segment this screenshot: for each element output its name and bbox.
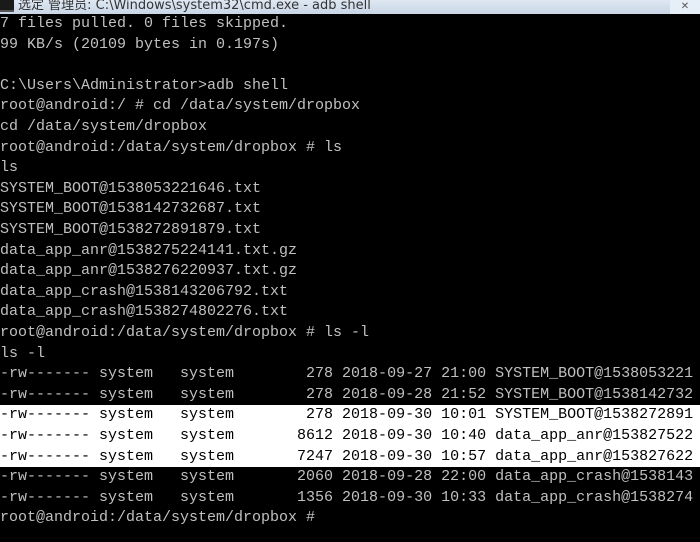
terminal-line: C:\Users\Administrator>adb shell [0, 76, 289, 94]
terminal-line: ls [0, 159, 19, 177]
terminal-line: -rw------- system system 1356 2018-09-30… [0, 488, 694, 506]
terminal-line: root@android:/data/system/dropbox # ls [0, 138, 343, 156]
terminal-line: root@android:/ # cd /data/system/dropbox [0, 97, 361, 115]
terminal-line: root@android:/data/system/dropbox # ls -… [0, 324, 370, 341]
terminal-output[interactable]: 7 files pulled. 0 files skipped. 99 KB/s … [0, 14, 700, 530]
close-button[interactable]: ✕ [670, 0, 700, 14]
cmd-app-icon [0, 0, 14, 12]
window-title: 选定 管理员: C:\Windows\system32\cmd.exe - ad… [18, 0, 371, 13]
terminal-line: cd /data/system/dropbox [0, 118, 208, 135]
terminal-line: -rw------- system system 8612 2018-09-30… [0, 426, 700, 447]
terminal-line: SYSTEM_BOOT@1538053221646.txt [0, 179, 262, 197]
terminal-line: -rw------- system system 7247 2018-09-30… [0, 446, 700, 468]
terminal-line: SYSTEM_BOOT@1538142732687.txt [0, 200, 262, 218]
terminal-line: 7 files pulled. 0 files skipped. [0, 15, 289, 32]
terminal-line: data_app_crash@1538143206792.txt [0, 282, 289, 300]
terminal-line: SYSTEM_BOOT@1538272891879.txt [0, 221, 262, 238]
terminal-line: data_app_anr@1538275224141.txt.gz [0, 241, 298, 259]
terminal-line: -rw------- system system 278 2018-09-27 … [0, 365, 694, 383]
terminal-line: data_app_crash@1538274802276.txt [0, 303, 289, 321]
terminal-line: ls -l [0, 344, 46, 362]
terminal-bottom-edge [0, 530, 700, 542]
window-titlebar[interactable]: 选定 管理员: C:\Windows\system32\cmd.exe - ad… [0, 0, 700, 14]
terminal-line: -rw------- system system 278 2018-09-30 … [0, 405, 700, 426]
terminal-line: 99 KB/s (20109 bytes in 0.197s) [0, 35, 280, 53]
terminal-line: -rw------- system system 278 2018-09-28 … [0, 385, 694, 403]
terminal-line: -rw------- system system 2060 2018-09-28… [0, 468, 694, 486]
terminal-line: root@android:/data/system/dropbox # [0, 509, 325, 527]
terminal-line: data_app_anr@1538276220937.txt.gz [0, 262, 298, 280]
